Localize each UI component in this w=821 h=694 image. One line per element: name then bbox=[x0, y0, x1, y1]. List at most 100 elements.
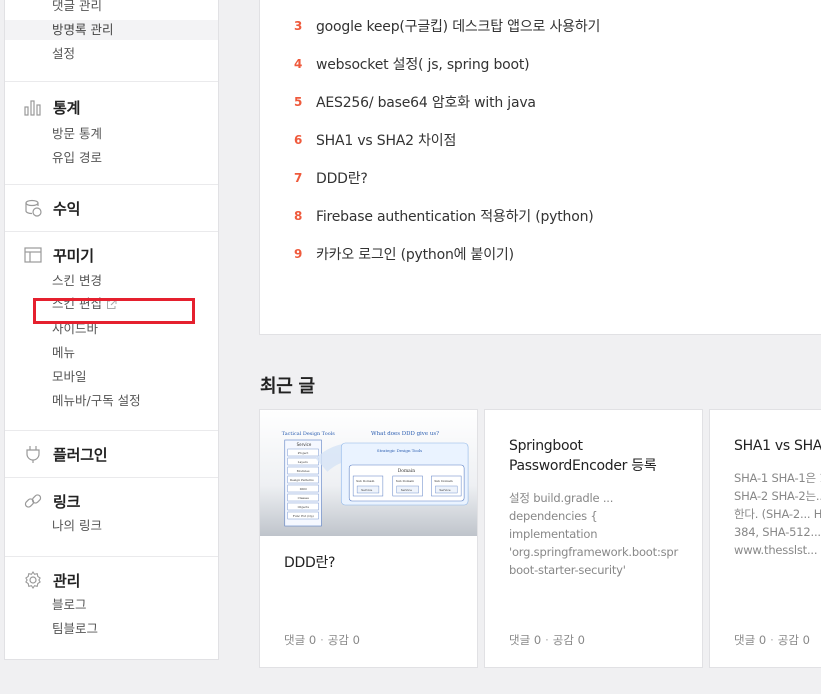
like-count: 공감 0 bbox=[777, 633, 810, 647]
thumb-item: Project bbox=[298, 451, 309, 455]
coins-icon bbox=[25, 199, 42, 217]
thumb-service: Service bbox=[439, 488, 450, 492]
sidebar-section-link: 링크 나의 링크 bbox=[5, 477, 218, 556]
popular-post-item[interactable]: 4 websocket 설정( js, spring boot) bbox=[294, 54, 530, 74]
thumb-item: Objects bbox=[298, 505, 310, 509]
thumb-right-title: What does DDD give us? bbox=[371, 431, 439, 437]
sidebar-item-my-link[interactable]: 나의 링크 bbox=[52, 516, 102, 536]
card-excerpt: SHA-1 SHA-1은 1... 다 SHA-2 SHA-2는... 해쉬한다… bbox=[734, 471, 821, 557]
layout-icon bbox=[24, 247, 42, 263]
sidebar-item-referrer[interactable]: 유입 경로 bbox=[52, 148, 102, 168]
card-title[interactable]: Springboot PasswordEncoder 등록 bbox=[509, 436, 683, 476]
thumb-service: Service bbox=[361, 488, 372, 492]
thumb-item: DDD bbox=[300, 487, 308, 491]
comment-count: 댓글 0 bbox=[509, 633, 542, 647]
sidebar-heading-label: 플러그인 bbox=[53, 445, 108, 464]
thumb-left-title: Tactical Design Tools bbox=[282, 431, 335, 437]
admin-sidebar: 댓글 관리 방명록 관리 설정 통계 방문 통계 유입 경로 수익 꾸미기 스킨… bbox=[4, 0, 219, 660]
recent-post-card[interactable]: SHA1 vs SHA2 차이점 SHA-1 SHA-1은 1... 다 SHA… bbox=[709, 409, 821, 668]
sidebar-item-mobile[interactable]: 모바일 bbox=[52, 367, 87, 387]
thumb-sub-title: Strategic Design Tools bbox=[377, 448, 422, 453]
sidebar-section-revenue: 수익 bbox=[5, 184, 218, 231]
separator-dot: · bbox=[545, 633, 549, 647]
sidebar-heading-label: 통계 bbox=[53, 98, 81, 117]
sidebar-item-team-blog[interactable]: 팀블로그 bbox=[52, 619, 98, 639]
separator-dot: · bbox=[320, 633, 324, 647]
rank-number: 9 bbox=[294, 247, 303, 261]
bar-chart-icon bbox=[24, 100, 41, 116]
card-meta: 댓글 0 · 공감 0 bbox=[509, 632, 585, 648]
post-title-link[interactable]: google keep(구글킵) 데스크탑 앱으로 사용하기 bbox=[316, 16, 600, 36]
sidebar-item-skin-change[interactable]: 스킨 변경 bbox=[52, 271, 102, 291]
card-title[interactable]: DDD란? bbox=[284, 553, 335, 573]
thumb-item: Modules bbox=[297, 469, 310, 473]
post-title-link[interactable]: AES256/ base64 암호화 with java bbox=[316, 92, 536, 112]
highlight-box bbox=[33, 298, 195, 324]
sidebar-item-settings[interactable]: 설정 bbox=[52, 44, 75, 64]
sidebar-heading-link[interactable]: 링크 bbox=[23, 490, 80, 512]
blog-admin-page: 댓글 관리 방명록 관리 설정 통계 방문 통계 유입 경로 수익 꾸미기 스킨… bbox=[0, 0, 821, 694]
sidebar-heading-revenue[interactable]: 수익 bbox=[23, 197, 80, 219]
popular-post-item[interactable]: 7 DDD란? bbox=[294, 168, 368, 188]
card-title[interactable]: SHA1 vs SHA2 차이점 bbox=[734, 436, 821, 456]
thumb-domain: Domain bbox=[398, 468, 416, 474]
recent-post-card[interactable]: Springboot PasswordEncoder 등록 설정 build.g… bbox=[484, 409, 703, 668]
rank-number: 4 bbox=[294, 57, 303, 71]
sidebar-section-stats: 통계 방문 통계 유입 경로 bbox=[5, 81, 218, 184]
post-title-link[interactable]: Firebase authentication 적용하기 (python) bbox=[316, 206, 594, 226]
plug-icon bbox=[26, 446, 40, 463]
sidebar-item-comments[interactable]: 댓글 관리 bbox=[52, 0, 102, 16]
popular-post-item[interactable]: 5 AES256/ base64 암호화 with java bbox=[294, 92, 536, 112]
sidebar-heading-label: 관리 bbox=[53, 571, 81, 590]
sidebar-section-manage: 관리 블로그 팀블로그 bbox=[5, 556, 218, 659]
thumb-subdomain: Sub Domain bbox=[434, 479, 452, 483]
sidebar-item-menu[interactable]: 메뉴 bbox=[52, 343, 75, 363]
gear-icon bbox=[25, 570, 41, 590]
popular-post-item[interactable]: 8 Firebase authentication 적용하기 (python) bbox=[294, 206, 594, 226]
like-count: 공감 0 bbox=[327, 633, 360, 647]
card-meta: 댓글 0 · 공감 0 bbox=[284, 632, 360, 648]
sidebar-heading-label: 수익 bbox=[53, 199, 81, 218]
rank-number: 6 bbox=[294, 133, 303, 147]
post-title-link[interactable]: SHA1 vs SHA2 차이점 bbox=[316, 130, 456, 150]
popular-post-item[interactable]: 3 google keep(구글킵) 데스크탑 앱으로 사용하기 bbox=[294, 16, 600, 36]
sidebar-heading-label: 꾸미기 bbox=[53, 246, 94, 265]
popular-post-item[interactable]: 6 SHA1 vs SHA2 차이점 bbox=[294, 130, 456, 150]
sidebar-heading-manage[interactable]: 관리 bbox=[23, 569, 80, 591]
recent-post-card[interactable]: Tactical Design Tools What does DDD give… bbox=[259, 409, 478, 668]
sidebar-section-plugin: 플러그인 bbox=[5, 430, 218, 477]
sidebar-heading-label: 링크 bbox=[53, 492, 81, 511]
thumb-item: Classes bbox=[298, 496, 310, 500]
link-icon bbox=[24, 494, 42, 508]
popular-post-item[interactable]: 9 카카오 로그인 (python에 붙이기) bbox=[294, 244, 514, 264]
sidebar-item-guestbook[interactable]: 방명록 관리 bbox=[5, 20, 218, 40]
recent-posts-heading: 최근 글 bbox=[260, 376, 315, 397]
rank-number: 8 bbox=[294, 209, 303, 223]
separator-dot: · bbox=[770, 633, 774, 647]
rank-number: 5 bbox=[294, 95, 303, 109]
sidebar-heading-stats[interactable]: 통계 bbox=[23, 96, 80, 118]
thumb-item: Func Ext (Op) bbox=[293, 514, 314, 518]
post-thumbnail: Tactical Design Tools What does DDD give… bbox=[260, 410, 477, 536]
card-meta: 댓글 0 · 공감 0 bbox=[734, 632, 810, 648]
sidebar-heading-plugin[interactable]: 플러그인 bbox=[23, 443, 108, 465]
comment-count: 댓글 0 bbox=[734, 633, 767, 647]
rank-number: 7 bbox=[294, 171, 303, 185]
sidebar-item-menubar-subscribe[interactable]: 메뉴바/구독 설정 bbox=[52, 391, 141, 411]
post-title-link[interactable]: websocket 설정( js, spring boot) bbox=[316, 54, 530, 74]
post-title-link[interactable]: 카카오 로그인 (python에 붙이기) bbox=[316, 244, 514, 264]
sidebar-item-visit-stats[interactable]: 방문 통계 bbox=[52, 124, 102, 144]
thumb-item: Layers bbox=[298, 460, 309, 464]
comment-count: 댓글 0 bbox=[284, 633, 317, 647]
thumb-subdomain: Sub Domain bbox=[396, 479, 414, 483]
like-count: 공감 0 bbox=[552, 633, 585, 647]
sidebar-item-blog[interactable]: 블로그 bbox=[52, 595, 87, 615]
sidebar-heading-decorate[interactable]: 꾸미기 bbox=[23, 244, 94, 266]
thumb-item: Design Patterns bbox=[290, 478, 314, 482]
sidebar-section-decorate: 꾸미기 스킨 변경 스킨 편집 사이드바 메뉴 모바일 메뉴바/구독 설정 bbox=[5, 231, 218, 430]
sidebar-section-content: 댓글 관리 방명록 관리 설정 bbox=[5, 0, 218, 81]
card-excerpt: 설정 build.gradle ... dependencies { imple… bbox=[509, 491, 679, 577]
rank-number: 3 bbox=[294, 19, 303, 33]
thumb-box-service: Service bbox=[297, 442, 312, 447]
post-title-link[interactable]: DDD란? bbox=[316, 168, 368, 188]
